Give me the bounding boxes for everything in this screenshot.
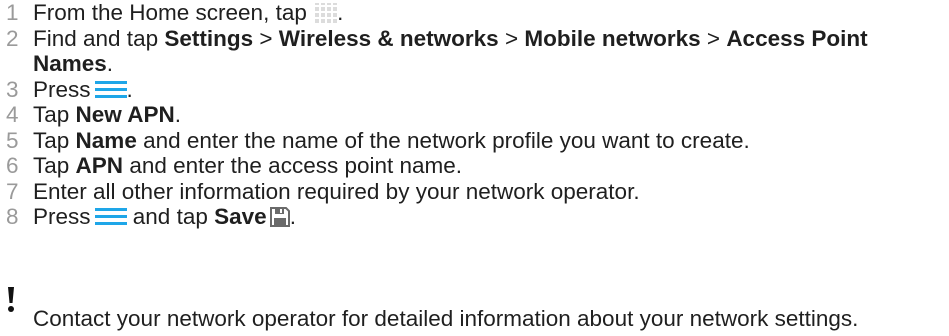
- step-5: 5 Tap Name and enter the name of the net…: [0, 128, 949, 154]
- step-2: 2 Find and tap Settings > Wireless & net…: [0, 26, 949, 77]
- step-text: Tap APN and enter the access point name.: [33, 153, 463, 178]
- step-text: Press.: [33, 76, 133, 102]
- step-number: 1: [6, 0, 19, 25]
- step-7: 7 Enter all other information required b…: [0, 179, 949, 205]
- step-text: From the Home screen, tap .: [33, 0, 344, 25]
- step-text: Press and tap Save.: [33, 204, 296, 229]
- apps-grid-icon: [315, 3, 338, 23]
- note-text: Contact your network operator for detail…: [33, 306, 859, 331]
- step-text: Find and tap Settings > Wireless & netwo…: [33, 25, 868, 77]
- note: Contact your network operator for detail…: [0, 286, 949, 331]
- menu-icon: [94, 206, 127, 226]
- exclamation-icon: [8, 287, 14, 312]
- instruction-steps: 1 From the Home screen, tap . 2 Find and…: [0, 0, 949, 230]
- step-1: 1 From the Home screen, tap .: [0, 0, 949, 26]
- step-number: 4: [6, 102, 19, 127]
- step-8: 8 Press and tap Save.: [0, 204, 949, 230]
- step-number: 7: [6, 178, 19, 204]
- save-icon: [269, 207, 290, 227]
- step-number: 8: [6, 204, 19, 229]
- step-number: 3: [6, 76, 19, 102]
- step-text: Enter all other information required by …: [33, 178, 640, 204]
- step-text: Tap Name and enter the name of the netwo…: [33, 127, 750, 153]
- step-6: 6 Tap APN and enter the access point nam…: [0, 153, 949, 179]
- step-number: 2: [6, 25, 19, 51]
- step-number: 6: [6, 153, 19, 178]
- step-3: 3 Press.: [0, 77, 949, 103]
- step-text: Tap New APN.: [33, 102, 181, 127]
- menu-icon: [94, 78, 127, 99]
- step-4: 4 Tap New APN.: [0, 102, 949, 128]
- step-number: 5: [6, 127, 19, 153]
